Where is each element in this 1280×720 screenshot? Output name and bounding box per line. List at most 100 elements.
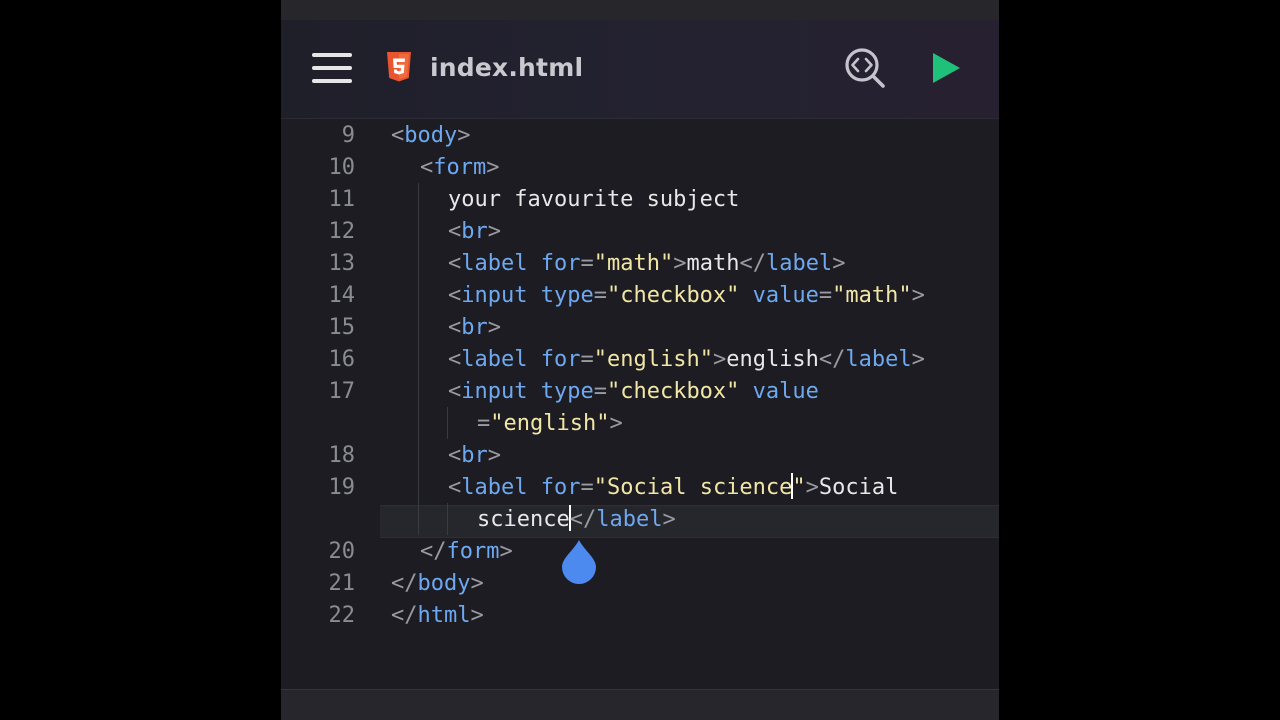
code-token: > xyxy=(457,123,471,148)
hamburger-menu-icon[interactable] xyxy=(312,52,352,84)
code-token: label xyxy=(461,251,528,276)
code-token: > xyxy=(673,251,687,276)
code-token: value xyxy=(752,283,819,308)
text-cursor-handle[interactable] xyxy=(560,538,598,584)
code-token: </ xyxy=(391,603,418,628)
code-token: science xyxy=(477,507,570,532)
code-token: "english" xyxy=(593,347,713,372)
code-token: > xyxy=(911,283,925,308)
code-token: html xyxy=(417,603,471,628)
code-token: > xyxy=(609,411,623,436)
code-token: "english" xyxy=(490,411,610,436)
code-line[interactable]: <form> xyxy=(420,152,499,184)
code-token: </ xyxy=(391,571,418,596)
file-name-title: index.html xyxy=(430,53,584,82)
code-token: < xyxy=(448,283,462,308)
line-number: 20 xyxy=(328,539,356,564)
line-number: 16 xyxy=(328,347,356,372)
code-token: english xyxy=(726,347,819,372)
code-editor[interactable]: 9 10 11 12 13 14 15 16 17 18 19 20 21 22 <body> <form>… xyxy=(281,119,999,689)
code-token: "math" xyxy=(593,251,674,276)
code-line[interactable]: </form> xyxy=(420,536,513,568)
play-icon[interactable] xyxy=(929,50,963,86)
line-number: 22 xyxy=(328,603,356,628)
code-token: for xyxy=(540,347,581,372)
code-token: label xyxy=(461,475,528,500)
code-line[interactable]: science</label> xyxy=(477,504,676,536)
line-number: 15 xyxy=(328,315,356,340)
code-line[interactable]: <br> xyxy=(448,312,501,344)
code-line[interactable]: </body> xyxy=(391,568,484,600)
status-bar xyxy=(281,0,999,20)
code-token: < xyxy=(448,347,462,372)
code-token: br xyxy=(461,443,488,468)
code-token: type xyxy=(540,379,594,404)
code-token: > xyxy=(470,571,484,596)
code-token: </ xyxy=(739,251,766,276)
code-token: form xyxy=(446,539,500,564)
code-token: > xyxy=(712,347,727,372)
code-token: </ xyxy=(420,539,447,564)
code-line[interactable]: <br> xyxy=(448,440,501,472)
code-token: your favourite subject xyxy=(448,187,740,212)
code-token: for xyxy=(540,251,581,276)
code-token: = xyxy=(580,347,594,372)
code-token: body xyxy=(417,571,471,596)
code-token: </ xyxy=(818,347,846,372)
code-token: = xyxy=(580,251,594,276)
code-token: < xyxy=(448,475,462,500)
code-line[interactable]: <br> xyxy=(448,216,501,248)
indent-guide xyxy=(447,503,448,535)
code-token: Social xyxy=(818,475,899,500)
code-token: input xyxy=(461,379,528,404)
code-line[interactable]: <input type="checkbox" value="math"> xyxy=(448,280,925,312)
code-token: label xyxy=(845,347,912,372)
code-token: > xyxy=(662,507,676,532)
code-token: > xyxy=(486,155,500,180)
indent-guide xyxy=(447,407,448,439)
code-token: label xyxy=(461,347,528,372)
code-token: < xyxy=(448,219,462,244)
code-token: > xyxy=(470,603,484,628)
code-token: label xyxy=(765,251,833,276)
code-line[interactable]: <label for="Social science">Social xyxy=(448,472,898,504)
code-token: input xyxy=(461,283,528,308)
code-token: > xyxy=(487,219,501,244)
code-token: "checkbox" xyxy=(606,283,740,308)
code-token: = xyxy=(593,283,607,308)
code-token: type xyxy=(540,283,594,308)
code-token: </ xyxy=(569,507,597,532)
code-token: label xyxy=(596,507,663,532)
code-token: " xyxy=(792,475,806,500)
code-line[interactable]: <label for="english">english</label> xyxy=(448,344,925,376)
code-token: < xyxy=(448,379,462,404)
code-line[interactable]: <label for="math">math</label> xyxy=(448,248,845,280)
code-line[interactable]: ="english"> xyxy=(477,408,623,440)
code-line[interactable]: your favourite subject xyxy=(448,184,739,216)
line-number: 12 xyxy=(328,219,356,244)
code-token: = xyxy=(580,475,594,500)
code-editor-app: index.html 9 10 11 12 13 14 15 16 17 18 19 20 21 22 <… xyxy=(281,0,999,720)
code-search-icon[interactable] xyxy=(843,46,887,90)
code-token: > xyxy=(911,347,925,372)
code-token: < xyxy=(391,123,405,148)
bottom-bar xyxy=(281,689,999,720)
code-line[interactable]: <body> xyxy=(391,120,470,152)
line-number: 13 xyxy=(328,251,356,276)
line-number: 11 xyxy=(328,187,356,212)
line-number: 19 xyxy=(328,475,356,500)
code-token: < xyxy=(448,315,462,340)
line-number: 9 xyxy=(341,123,355,148)
code-line[interactable]: </html> xyxy=(391,600,484,632)
code-token: > xyxy=(832,251,846,276)
code-token: > xyxy=(499,539,513,564)
line-number: 21 xyxy=(328,571,356,596)
line-number: 17 xyxy=(328,379,356,404)
code-line[interactable]: <input type="checkbox" value xyxy=(448,376,819,408)
